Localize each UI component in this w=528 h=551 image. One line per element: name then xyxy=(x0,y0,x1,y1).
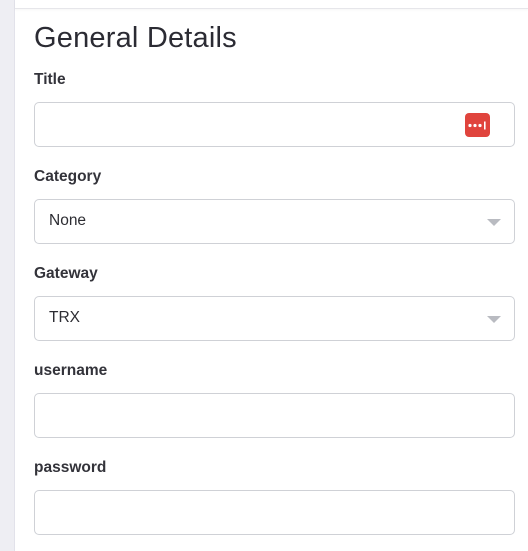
password-input-box[interactable] xyxy=(34,490,515,535)
gateway-label: Gateway xyxy=(34,265,98,282)
chevron-down-icon xyxy=(487,316,501,323)
password-input[interactable] xyxy=(35,491,463,534)
category-label: Category xyxy=(34,168,102,185)
left-sidebar-edge xyxy=(0,0,15,551)
general-details-form: General Details Title Category None Gate… xyxy=(34,18,516,535)
title-label: Title xyxy=(34,71,66,88)
password-field-group: password xyxy=(34,458,515,535)
category-select[interactable]: None xyxy=(34,199,515,244)
username-label: username xyxy=(34,362,108,379)
category-field-group: Category None xyxy=(34,167,515,244)
top-bar-edge xyxy=(15,0,528,9)
section-title: General Details xyxy=(34,22,237,54)
password-dots-icon xyxy=(468,121,486,129)
gateway-select[interactable]: TRX xyxy=(34,296,515,341)
username-input-box[interactable] xyxy=(34,393,515,438)
title-input-box[interactable] xyxy=(34,102,515,147)
username-input[interactable] xyxy=(35,394,463,437)
gateway-field-group: Gateway TRX xyxy=(34,264,515,341)
category-selected-value: None xyxy=(49,212,87,229)
password-manager-icon[interactable] xyxy=(465,113,490,137)
gateway-selected-value: TRX xyxy=(49,309,80,326)
title-input[interactable] xyxy=(35,103,463,146)
title-field-group: Title xyxy=(34,70,515,147)
password-label: password xyxy=(34,459,107,476)
username-field-group: username xyxy=(34,361,515,438)
chevron-down-icon xyxy=(487,219,501,226)
